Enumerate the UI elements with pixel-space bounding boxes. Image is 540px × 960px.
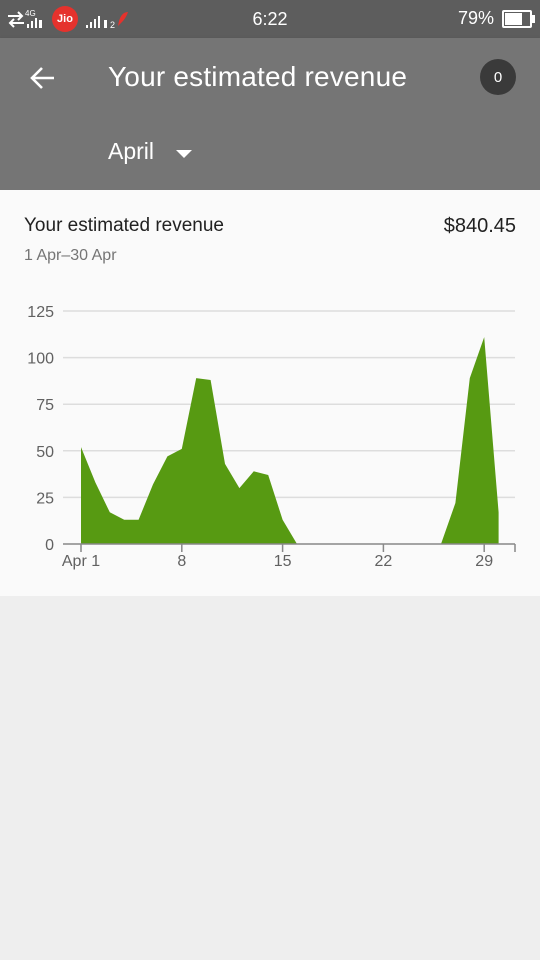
y-tick-label: 0 xyxy=(45,537,54,554)
back-arrow-icon xyxy=(30,67,54,89)
y-tick-label: 25 xyxy=(36,490,54,507)
battery-status: 79% xyxy=(457,8,535,29)
y-tick-label: 50 xyxy=(36,444,54,461)
x-tick-label: 22 xyxy=(375,553,393,570)
back-button[interactable] xyxy=(22,58,62,98)
battery-icon xyxy=(502,9,535,28)
battery-percent: 79% xyxy=(457,8,494,28)
app-bar: Your estimated revenue 0 April xyxy=(0,38,540,190)
status-bar: 4G Jio 2 6:22 79% xyxy=(0,0,540,38)
revenue-card: Your estimated revenue $840.45 1 Apr–30 … xyxy=(0,190,540,596)
month-dropdown[interactable]: April xyxy=(108,138,193,165)
x-tick-label: 15 xyxy=(274,553,292,570)
revenue-area xyxy=(81,337,499,544)
x-tick-label: 29 xyxy=(475,553,493,570)
x-tick-label: Apr 1 xyxy=(62,553,100,570)
x-tick-label: 8 xyxy=(177,553,186,570)
chevron-down-icon xyxy=(176,149,193,158)
month-label: April xyxy=(108,138,155,164)
notification-badge[interactable]: 0 xyxy=(480,59,516,95)
y-tick-label: 125 xyxy=(27,304,54,321)
revenue-chart: 0 25 50 75 100 125 Apr 1 8 15 22 29 xyxy=(27,304,516,570)
y-tick-label: 75 xyxy=(36,397,54,414)
page-title: Your estimated revenue xyxy=(108,61,408,92)
y-tick-label: 100 xyxy=(27,351,54,368)
